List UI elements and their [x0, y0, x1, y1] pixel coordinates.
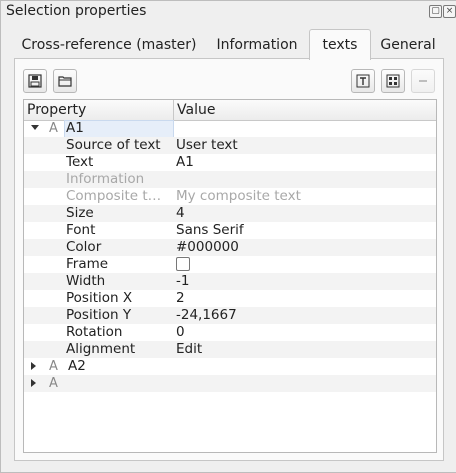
- prop-value[interactable]: A1: [176, 154, 194, 171]
- prop-value[interactable]: 4: [176, 205, 185, 222]
- prop-name: Text: [66, 154, 94, 170]
- prop-name: Alignment: [66, 341, 136, 357]
- chevron-right-icon[interactable]: [31, 362, 36, 370]
- prop-row-position-x[interactable]: Position X 2: [24, 290, 436, 307]
- selection-properties-window: Selection properties ▢ × Cross-reference…: [0, 0, 456, 473]
- prop-name: Color: [66, 239, 102, 255]
- prop-row-alignment[interactable]: Alignment Edit: [24, 341, 436, 358]
- tab-bar: Cross-reference (master) Information tex…: [15, 29, 442, 60]
- save-icon: [28, 74, 42, 88]
- prop-value[interactable]: Sans Serif: [176, 222, 244, 239]
- prop-name: Composite t…: [66, 188, 162, 204]
- prop-name: Size: [66, 205, 94, 221]
- prop-name: Frame: [66, 256, 109, 272]
- prop-name: Source of text: [66, 137, 161, 153]
- group-a2-name: A2: [68, 358, 86, 374]
- chevron-right-icon[interactable]: [31, 379, 36, 387]
- prop-row-position-y[interactable]: Position Y -24,1667: [24, 307, 436, 324]
- prop-value[interactable]: Edit: [176, 341, 202, 358]
- prop-value[interactable]: -1: [176, 273, 189, 290]
- close-icon[interactable]: ×: [443, 5, 456, 18]
- prop-name: Information: [66, 171, 145, 187]
- tab-cross-reference[interactable]: Cross-reference (master): [19, 33, 199, 57]
- window-title: Selection properties: [6, 3, 147, 19]
- remove-button[interactable]: [411, 69, 435, 93]
- minus-icon: [419, 80, 427, 82]
- frame-checkbox[interactable]: [176, 257, 190, 271]
- prop-row-size[interactable]: Size 4: [24, 205, 436, 222]
- open-folder-icon: [58, 76, 72, 87]
- prop-row-frame[interactable]: Frame: [24, 256, 436, 273]
- prop-value[interactable]: -24,1667: [176, 307, 237, 324]
- texts-panel: Property Value A A1 Source of text User …: [14, 58, 444, 461]
- grid-button[interactable]: [381, 69, 405, 93]
- prop-name: Position X: [66, 290, 133, 306]
- prop-name: Width: [66, 273, 106, 289]
- table-header: Property Value: [24, 100, 436, 121]
- prop-row-information: Information: [24, 171, 436, 188]
- grid-icon: [386, 74, 400, 88]
- prop-value[interactable]: #000000: [176, 239, 239, 256]
- prop-row-text[interactable]: Text A1: [24, 154, 436, 171]
- chevron-down-icon[interactable]: [31, 125, 39, 130]
- prop-row-color[interactable]: Color #000000: [24, 239, 436, 256]
- group-a1-row[interactable]: A A1: [24, 120, 436, 138]
- group-a2-row[interactable]: A A2: [24, 358, 436, 375]
- property-table[interactable]: Property Value A A1 Source of text User …: [23, 99, 437, 453]
- add-text-button[interactable]: [351, 69, 375, 93]
- header-value[interactable]: Value: [174, 100, 436, 120]
- prop-row-width[interactable]: Width -1: [24, 273, 436, 290]
- text-type-icon: A: [49, 359, 58, 374]
- header-property[interactable]: Property: [24, 100, 174, 120]
- float-icon[interactable]: ▢: [429, 5, 442, 18]
- prop-name: Font: [66, 222, 96, 238]
- prop-row-source[interactable]: Source of text User text: [24, 137, 436, 154]
- prop-row-rotation[interactable]: Rotation 0: [24, 324, 436, 341]
- prop-value: My composite text: [176, 188, 301, 204]
- text-add-icon: [356, 74, 370, 88]
- group-a1-name: A1: [66, 120, 84, 136]
- open-button[interactable]: [53, 69, 77, 93]
- prop-value[interactable]: User text: [176, 137, 238, 154]
- prop-name: Position Y: [66, 307, 132, 323]
- prop-value[interactable]: 0: [176, 324, 185, 341]
- group-a3-row[interactable]: A: [24, 375, 436, 392]
- tab-texts[interactable]: texts: [309, 29, 371, 60]
- prop-row-font[interactable]: Font Sans Serif: [24, 222, 436, 239]
- tab-general[interactable]: General: [377, 33, 439, 57]
- prop-name: Rotation: [66, 324, 123, 340]
- tab-information[interactable]: Information: [211, 33, 303, 57]
- save-button[interactable]: [23, 69, 47, 93]
- text-type-icon: A: [49, 121, 58, 136]
- title-bar[interactable]: Selection properties ▢ ×: [1, 1, 456, 23]
- text-type-icon: A: [49, 376, 58, 391]
- prop-row-composite: Composite t… My composite text: [24, 188, 436, 205]
- prop-value[interactable]: 2: [176, 290, 185, 307]
